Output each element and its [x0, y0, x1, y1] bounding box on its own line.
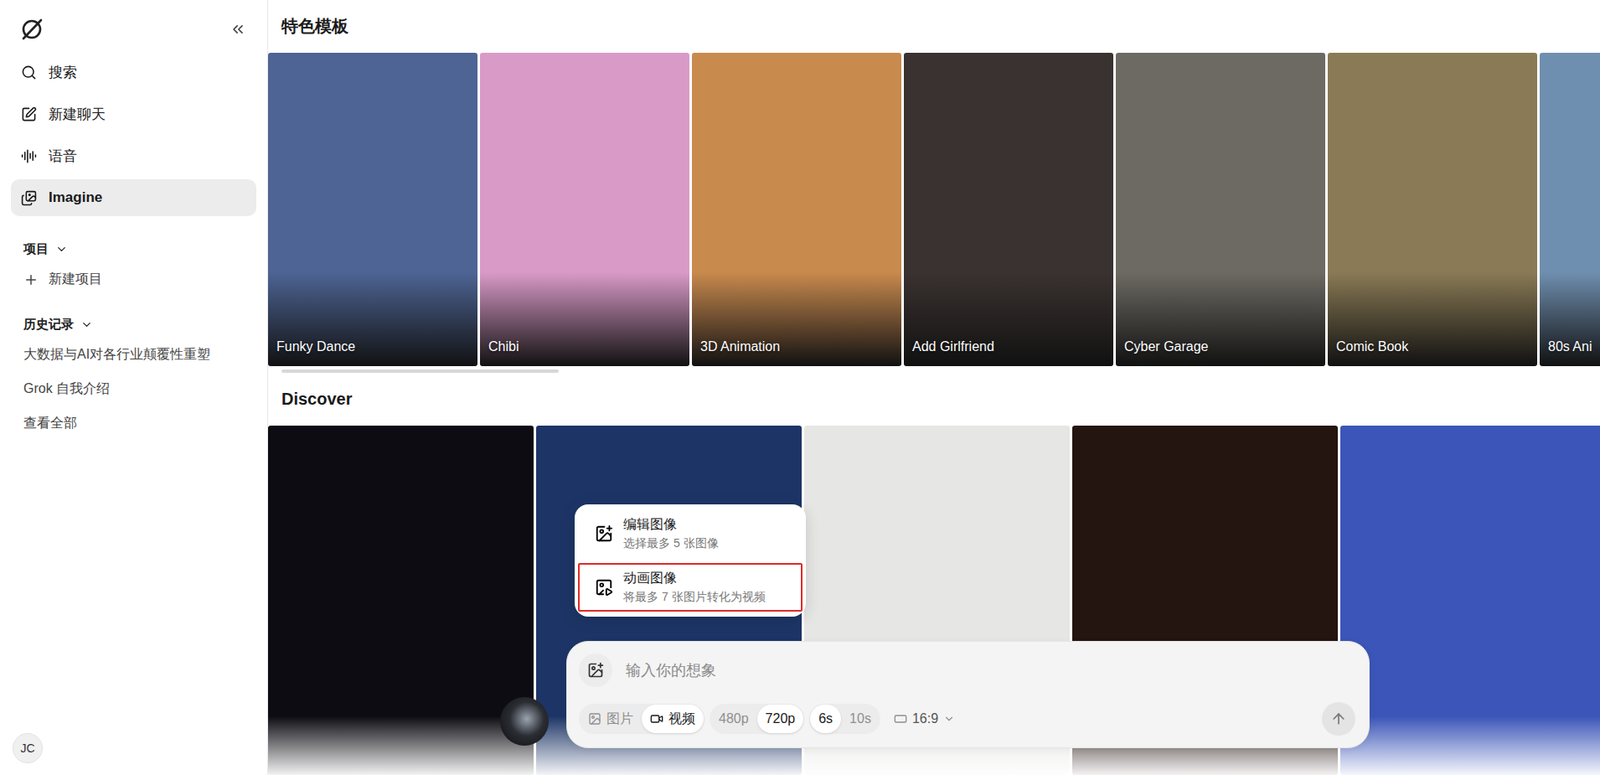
grok-logo-icon[interactable]: [19, 16, 45, 42]
template-label: Cyber Garage: [1124, 339, 1209, 355]
resolution-group: 480p720p: [709, 703, 805, 734]
image-plus-icon: [587, 661, 604, 679]
template-card[interactable]: Comic Book: [1327, 52, 1538, 367]
history-item[interactable]: 大数据与AI对各行业颠覆性重塑: [10, 337, 257, 372]
discover-card[interactable]: [1340, 425, 1600, 775]
history-item[interactable]: Grok 自我介绍: [10, 371, 257, 407]
plus-icon: [23, 272, 39, 288]
new-project-button[interactable]: 新建项目: [10, 262, 257, 297]
template-card[interactable]: Add Girlfriend: [903, 52, 1114, 367]
app: 搜索新建聊天语音 Imagine 项目新建项目历史记录大数据与AI对各行业颠覆性重塑…: [0, 0, 1600, 775]
voice-icon: [20, 148, 37, 165]
imagine-icon: [20, 190, 37, 207]
sidebar-item[interactable]: 新建聊天: [10, 95, 257, 133]
resolution-chip[interactable]: 720p: [757, 704, 805, 733]
template-card[interactable]: Funky Dance: [268, 52, 478, 367]
composer-toolbar: 图片视频480p720p6s10s16:9: [578, 701, 1356, 736]
edit-icon: [20, 106, 37, 123]
view-all-link[interactable]: 查看全部: [10, 406, 257, 441]
template-label: Funky Dance: [276, 339, 356, 355]
template-card[interactable]: 3D Animation: [691, 52, 902, 367]
collapse-button[interactable]: [226, 17, 250, 42]
duration-chip[interactable]: 6s: [810, 704, 842, 733]
animate-image-icon: [594, 578, 614, 597]
menu-item[interactable]: 动画图像将最多 7 张图片转化为视频: [578, 562, 803, 612]
template-label: 3D Animation: [700, 339, 780, 355]
sidebar-header: [10, 13, 257, 54]
image-icon: [588, 712, 602, 726]
history-header[interactable]: 历史记录: [10, 311, 257, 338]
menu-item-title: 编辑图像: [623, 516, 719, 534]
sidebar-item[interactable]: 搜索: [10, 53, 257, 91]
chevron-down-icon: [943, 712, 955, 725]
template-row: Funky Dance Chibi 3D Animation Add Girlfrie…: [268, 52, 1600, 367]
menu-item-subtitle: 选择最多 5 张图像: [623, 536, 719, 552]
template-label: Chibi: [488, 339, 519, 355]
template-card[interactable]: Cyber Garage: [1115, 52, 1326, 367]
mode-chip[interactable]: 视频: [641, 704, 704, 733]
arrow-up-icon: [1330, 710, 1348, 728]
discover-card[interactable]: [268, 425, 534, 775]
aspect-ratio-icon: [893, 712, 908, 726]
search-icon: [20, 64, 37, 81]
duration-group: 6s10s: [809, 703, 881, 734]
sidebar-item[interactable]: Imagine: [10, 179, 257, 217]
composer: 图片视频480p720p6s10s16:9: [566, 640, 1370, 749]
aspect-ratio-dropdown[interactable]: 16:9: [885, 704, 964, 733]
template-scrollbar[interactable]: [268, 366, 1600, 377]
main-content: 特色模板 Funky Dance Chibi 3D Animation Add Girl…: [268, 0, 1600, 775]
template-card[interactable]: Chibi: [480, 52, 690, 367]
menu-item-subtitle: 将最多 7 张图片转化为视频: [623, 589, 766, 605]
menu-item-title: 动画图像: [623, 569, 766, 588]
attach-button[interactable]: [578, 653, 613, 687]
resolution-chip[interactable]: 480p: [710, 704, 758, 733]
prompt-input[interactable]: [624, 660, 1356, 681]
user-avatar[interactable]: JC: [12, 732, 43, 764]
chevron-down-icon: [80, 318, 93, 331]
menu-item[interactable]: 编辑图像选择最多 5 张图像: [578, 509, 803, 558]
attach-menu: 编辑图像选择最多 5 张图像动画图像将最多 7 张图片转化为视频: [574, 504, 806, 617]
orb-avatar[interactable]: [500, 696, 549, 746]
duration-chip[interactable]: 10s: [841, 704, 880, 733]
scrollbar-thumb[interactable]: [281, 369, 559, 373]
send-button[interactable]: [1321, 701, 1356, 736]
mode-chip[interactable]: 图片: [579, 704, 642, 733]
collapse-icon: [229, 20, 247, 38]
mode-group: 图片视频: [578, 703, 705, 734]
template-label: Add Girlfriend: [912, 339, 995, 355]
chevron-down-icon: [55, 242, 68, 256]
templates-title: 特色模板: [268, 0, 1600, 53]
discover-title: Discover: [268, 376, 1600, 426]
edit-image-icon: [594, 524, 614, 543]
projects-header[interactable]: 项目: [10, 236, 257, 263]
template-card[interactable]: 80s Ani: [1539, 52, 1600, 367]
video-icon: [650, 712, 664, 726]
sidebar-item[interactable]: 语音: [10, 137, 257, 175]
template-label: 80s Ani: [1548, 339, 1592, 355]
template-label: Comic Book: [1336, 339, 1409, 355]
sidebar: 搜索新建聊天语音 Imagine 项目新建项目历史记录大数据与AI对各行业颠覆性重塑…: [0, 0, 269, 775]
